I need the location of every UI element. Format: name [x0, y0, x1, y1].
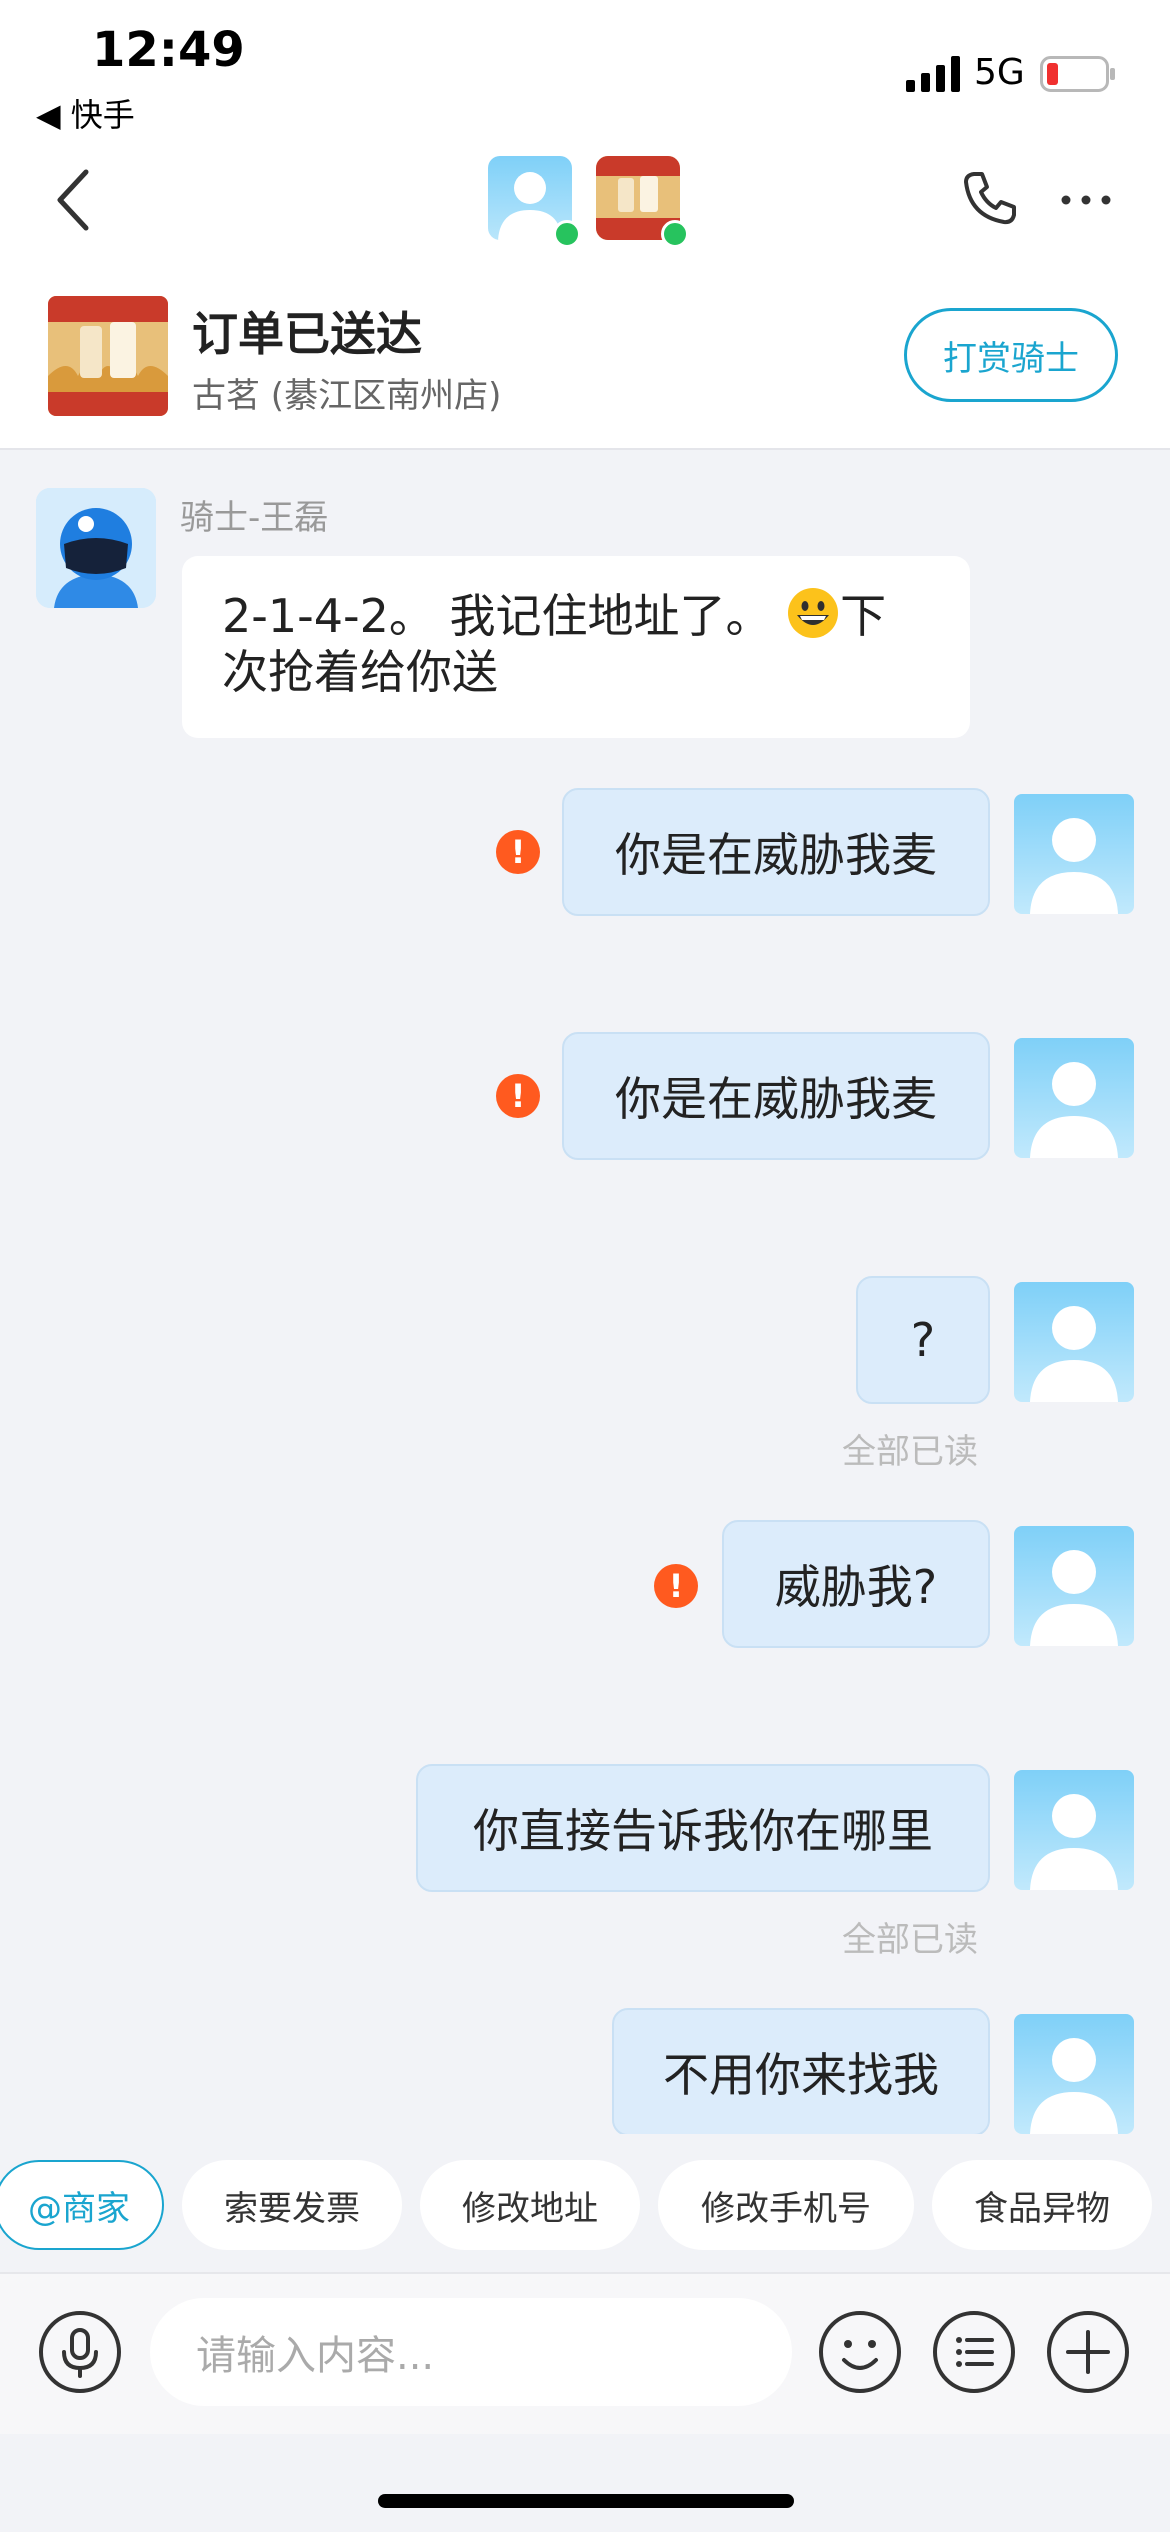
- plus-icon[interactable]: [1046, 2310, 1130, 2394]
- send-failed-icon[interactable]: !: [496, 830, 540, 874]
- emoji-icon[interactable]: [818, 2310, 902, 2394]
- rider-helmet-icon: [36, 488, 156, 608]
- outgoing-message-bubble: 威胁我?: [722, 1520, 990, 1648]
- message-clip: 不用你来找我: [0, 2008, 1170, 2134]
- microphone-icon[interactable]: [38, 2310, 122, 2394]
- rider-message-bubble: 2-1-4-2。 我记住地址了。 下次抢着给你送: [182, 556, 970, 738]
- my-avatar[interactable]: [1014, 1526, 1134, 1646]
- user-avatar-icon: [1014, 1282, 1134, 1402]
- back-to-app-link[interactable]: ◀ 快手: [36, 90, 135, 136]
- shop-name: 古茗 (綦江区南州店): [192, 376, 502, 416]
- outgoing-message-bubble: 你是在威胁我麦: [562, 1032, 990, 1160]
- read-receipt: 全部已读: [842, 1920, 978, 1960]
- user-avatar-icon: [1014, 1526, 1134, 1646]
- online-indicator: [553, 220, 581, 248]
- back-arrow-icon[interactable]: [50, 160, 100, 240]
- status-time: 12:49: [92, 22, 245, 78]
- shop-thumbnail[interactable]: [48, 296, 168, 416]
- rider-name: 骑士-王磊: [180, 498, 329, 538]
- my-avatar[interactable]: [1014, 794, 1134, 914]
- my-avatar[interactable]: [1014, 1770, 1134, 1890]
- network-type: 5G: [974, 52, 1025, 93]
- home-indicator[interactable]: [378, 2494, 794, 2508]
- chip-food-foreign-object[interactable]: 食品异物: [932, 2160, 1152, 2250]
- user-avatar-icon: [1014, 1038, 1134, 1158]
- send-failed-icon[interactable]: !: [496, 1074, 540, 1118]
- user-avatar-icon: [1014, 1770, 1134, 1890]
- outgoing-message-bubble: 不用你来找我: [612, 2008, 990, 2134]
- phone-icon[interactable]: [960, 168, 1020, 228]
- my-avatar[interactable]: [1014, 2014, 1134, 2134]
- list-menu-icon[interactable]: [932, 2310, 1016, 2394]
- outgoing-message-bubble: ?: [856, 1276, 990, 1404]
- battery-icon: [1040, 56, 1115, 92]
- message-input[interactable]: 请输入内容...: [150, 2298, 792, 2406]
- my-avatar[interactable]: [1014, 1038, 1134, 1158]
- order-status-title: 订单已送达: [192, 307, 422, 361]
- chip-change-phone[interactable]: 修改手机号: [658, 2160, 914, 2250]
- user-avatar-icon: [1014, 794, 1134, 914]
- tip-rider-button[interactable]: 打赏骑士: [904, 308, 1118, 402]
- my-avatar[interactable]: [1014, 1282, 1134, 1402]
- shop-logo-icon: [48, 296, 168, 416]
- outgoing-message-bubble: 你直接告诉我你在哪里: [416, 1764, 990, 1892]
- user-avatar-icon: [1014, 2014, 1134, 2134]
- signal-icon: [906, 56, 960, 92]
- grinning-face-icon: [788, 588, 839, 638]
- send-failed-icon[interactable]: !: [654, 1564, 698, 1608]
- chip-change-address[interactable]: 修改地址: [420, 2160, 640, 2250]
- rider-avatar[interactable]: [36, 488, 156, 608]
- more-options-icon[interactable]: [1058, 190, 1114, 210]
- chip-mention-merchant[interactable]: @商家: [0, 2160, 164, 2250]
- read-receipt: 全部已读: [842, 1432, 978, 1472]
- outgoing-message-bubble: 你是在威胁我麦: [562, 788, 990, 916]
- rider-message-text: 2-1-4-2。 我记住地址了。: [222, 589, 772, 643]
- chip-request-invoice[interactable]: 索要发票: [182, 2160, 402, 2250]
- online-indicator: [661, 220, 689, 248]
